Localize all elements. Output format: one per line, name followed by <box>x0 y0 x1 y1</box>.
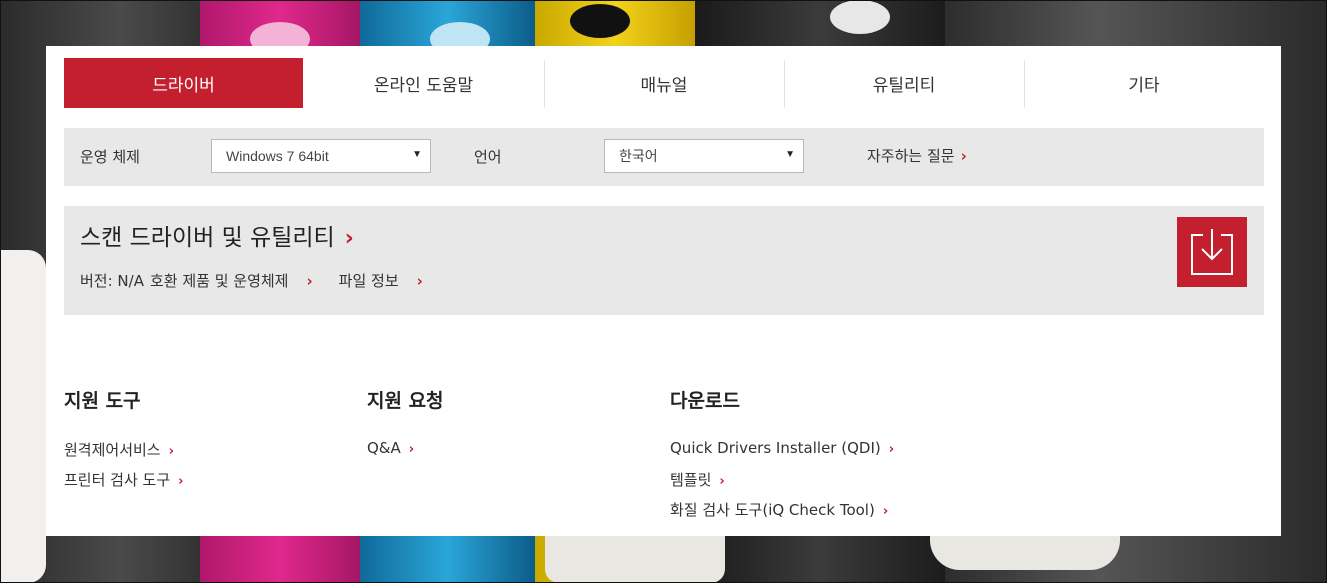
chevron-right-icon: › <box>719 474 725 489</box>
driver-title: 스캔 드라이버 및 유틸리티 <box>80 225 335 251</box>
compat-link[interactable]: 호환 제품 및 운영체제 › <box>150 270 319 291</box>
remote-control-link[interactable]: 원격제어서비스 › <box>64 439 184 459</box>
triangle-down-icon: ▼ <box>785 149 795 160</box>
os-select-value: Windows 7 64bit <box>226 148 329 164</box>
file-info-label: 파일 정보 <box>338 272 399 290</box>
chevron-right-icon: › <box>408 442 415 457</box>
support-tools-heading: 지원 도구 <box>64 390 141 412</box>
filter-bar: 운영 체제 Windows 7 64bit ▼ 언어 한국어 ▼ 자주하는 질문… <box>64 128 1264 186</box>
support-request-heading: 지원 요청 <box>367 390 444 412</box>
driver-title-link[interactable]: 스캔 드라이버 및 유틸리티 › <box>80 218 354 252</box>
support-request-column: 지원 요청 Q&A › <box>367 386 444 469</box>
link-label: 화질 검사 도구(iQ Check Tool) <box>670 501 875 519</box>
driver-card: 스캔 드라이버 및 유틸리티 › 버전: N/A 호환 제품 및 운영체제 › 파일… <box>64 206 1264 315</box>
tab-label: 드라이버 <box>152 75 215 96</box>
tab-online-help[interactable]: 온라인 도움말 <box>303 58 544 108</box>
printer-check-tool-link[interactable]: 프린터 검사 도구 › <box>64 469 184 489</box>
template-link[interactable]: 템플릿 › <box>670 469 894 489</box>
tab-drivers[interactable]: 드라이버 <box>64 58 303 108</box>
compat-label: 호환 제품 및 운영체제 <box>149 272 289 290</box>
support-tools-column: 지원 도구 원격제어서비스 › 프린터 검사 도구 › <box>64 386 184 499</box>
driver-meta: 버전: N/A 호환 제품 및 운영체제 › 파일 정보 › <box>80 270 435 291</box>
download-button[interactable] <box>1177 217 1247 287</box>
language-select-value: 한국어 <box>619 148 658 164</box>
cartridge-label <box>0 250 46 583</box>
link-label: 원격제어서비스 <box>64 441 161 459</box>
link-label: Quick Drivers Installer (QDI) <box>670 439 881 457</box>
qa-link[interactable]: Q&A › <box>367 439 444 457</box>
faq-label: 자주하는 질문 <box>867 147 955 165</box>
link-label: 프린터 검사 도구 <box>64 471 171 489</box>
iq-check-tool-link[interactable]: 화질 검사 도구(iQ Check Tool) › <box>670 499 894 519</box>
tab-label: 기타 <box>1128 75 1160 96</box>
driver-panel: 드라이버 온라인 도움말 매뉴얼 유틸리티 기타 운영 체제 Windows 7… <box>46 46 1281 536</box>
tab-label: 유틸리티 <box>872 75 936 96</box>
download-icon <box>1191 229 1233 275</box>
chevron-right-icon: › <box>344 226 354 251</box>
driver-version: 버전: N/A <box>80 272 144 290</box>
faq-link[interactable]: 자주하는 질문 › <box>867 145 967 166</box>
chevron-right-icon: › <box>178 474 184 489</box>
hp-logo <box>570 4 630 38</box>
chevron-right-icon: › <box>168 444 174 459</box>
file-info-link[interactable]: 파일 정보 › <box>339 270 429 291</box>
chevron-right-icon: › <box>882 504 889 519</box>
tab-manuals[interactable]: 매뉴얼 <box>544 58 784 108</box>
tab-utilities[interactable]: 유틸리티 <box>784 58 1024 108</box>
chevron-right-icon: › <box>888 442 895 457</box>
language-select[interactable]: 한국어 ▼ <box>604 139 804 173</box>
tab-other[interactable]: 기타 <box>1024 58 1264 108</box>
chevron-right-icon: › <box>306 272 313 290</box>
tab-label: 매뉴얼 <box>640 75 688 96</box>
link-label: Q&A <box>367 439 401 457</box>
qdi-link[interactable]: Quick Drivers Installer (QDI) › <box>670 439 894 457</box>
tab-bar: 드라이버 온라인 도움말 매뉴얼 유틸리티 기타 <box>64 58 1264 108</box>
chevron-right-icon: › <box>416 272 423 290</box>
os-select[interactable]: Windows 7 64bit ▼ <box>211 139 431 173</box>
downloads-column: 다운로드 Quick Drivers Installer (QDI) › 템플릿 ›… <box>670 386 894 529</box>
tab-label: 온라인 도움말 <box>373 75 474 96</box>
link-label: 템플릿 <box>670 471 712 489</box>
hp-logo <box>830 0 890 34</box>
chevron-right-icon: › <box>960 147 967 165</box>
os-label: 운영 체제 <box>80 148 140 166</box>
downloads-heading: 다운로드 <box>670 390 740 412</box>
triangle-down-icon: ▼ <box>412 149 422 160</box>
language-label: 언어 <box>474 148 502 166</box>
